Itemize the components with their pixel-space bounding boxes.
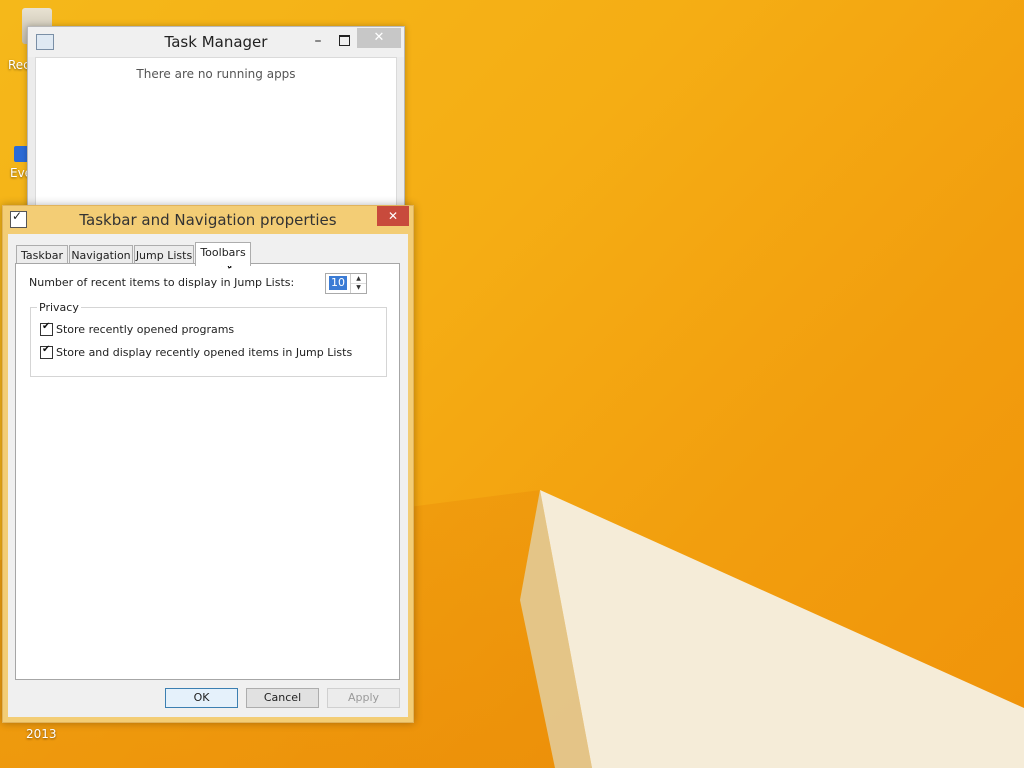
checkbox-checked-icon[interactable] — [40, 321, 53, 336]
empty-apps-message: There are no running apps — [136, 67, 296, 81]
spinner-down-arrow-icon[interactable]: ▼ — [351, 283, 366, 292]
recent-items-spinner[interactable]: 10 ▲ ▼ — [325, 273, 367, 294]
task-manager-content: There are no running apps — [35, 57, 397, 217]
close-button[interactable]: ✕ — [357, 28, 401, 48]
checkbox-label[interactable]: Store recently opened programs — [56, 323, 234, 336]
dialog-client-area: Taskbar Navigation Jump Lists Toolbars N… — [8, 234, 408, 717]
tab-jump-lists[interactable]: Jump Lists — [134, 245, 194, 265]
maximize-button[interactable] — [334, 31, 354, 49]
cancel-button[interactable]: Cancel — [246, 688, 319, 708]
desktop-icon-2013[interactable]: 2013 — [26, 727, 57, 741]
task-manager-window: Task Manager – ✕ There are no running ap… — [27, 26, 405, 218]
apply-button[interactable]: Apply — [327, 688, 400, 708]
tab-toolbars[interactable]: Toolbars — [195, 242, 251, 266]
checkbox-checked-icon[interactable] — [40, 344, 53, 359]
tab-panel: Number of recent items to display in Jum… — [15, 263, 400, 680]
ok-button[interactable]: OK — [165, 688, 238, 708]
taskbar-properties-dialog: Taskbar and Navigation properties ✕ Task… — [2, 205, 414, 723]
tab-taskbar[interactable]: Taskbar — [16, 245, 68, 265]
dialog-titlebar[interactable]: Taskbar and Navigation properties ✕ — [3, 206, 413, 234]
close-button[interactable]: ✕ — [377, 206, 409, 226]
spinner-arrows: ▲ ▼ — [350, 274, 366, 293]
desktop-icon-label: 2013 — [26, 727, 57, 741]
minimize-button[interactable]: – — [308, 33, 328, 51]
tab-navigation[interactable]: Navigation — [69, 245, 133, 265]
privacy-legend: Privacy — [37, 301, 81, 314]
dialog-title: Taskbar and Navigation properties — [79, 211, 337, 229]
checkbox-label[interactable]: Store and display recently opened items … — [56, 346, 352, 359]
recent-items-value[interactable]: 10 — [329, 276, 347, 290]
task-manager-titlebar[interactable]: Task Manager – ✕ — [28, 27, 404, 57]
maximize-icon — [338, 35, 350, 46]
recent-items-label: Number of recent items to display in Jum… — [29, 276, 295, 289]
privacy-group: Privacy Store recently opened programs S… — [30, 301, 387, 377]
